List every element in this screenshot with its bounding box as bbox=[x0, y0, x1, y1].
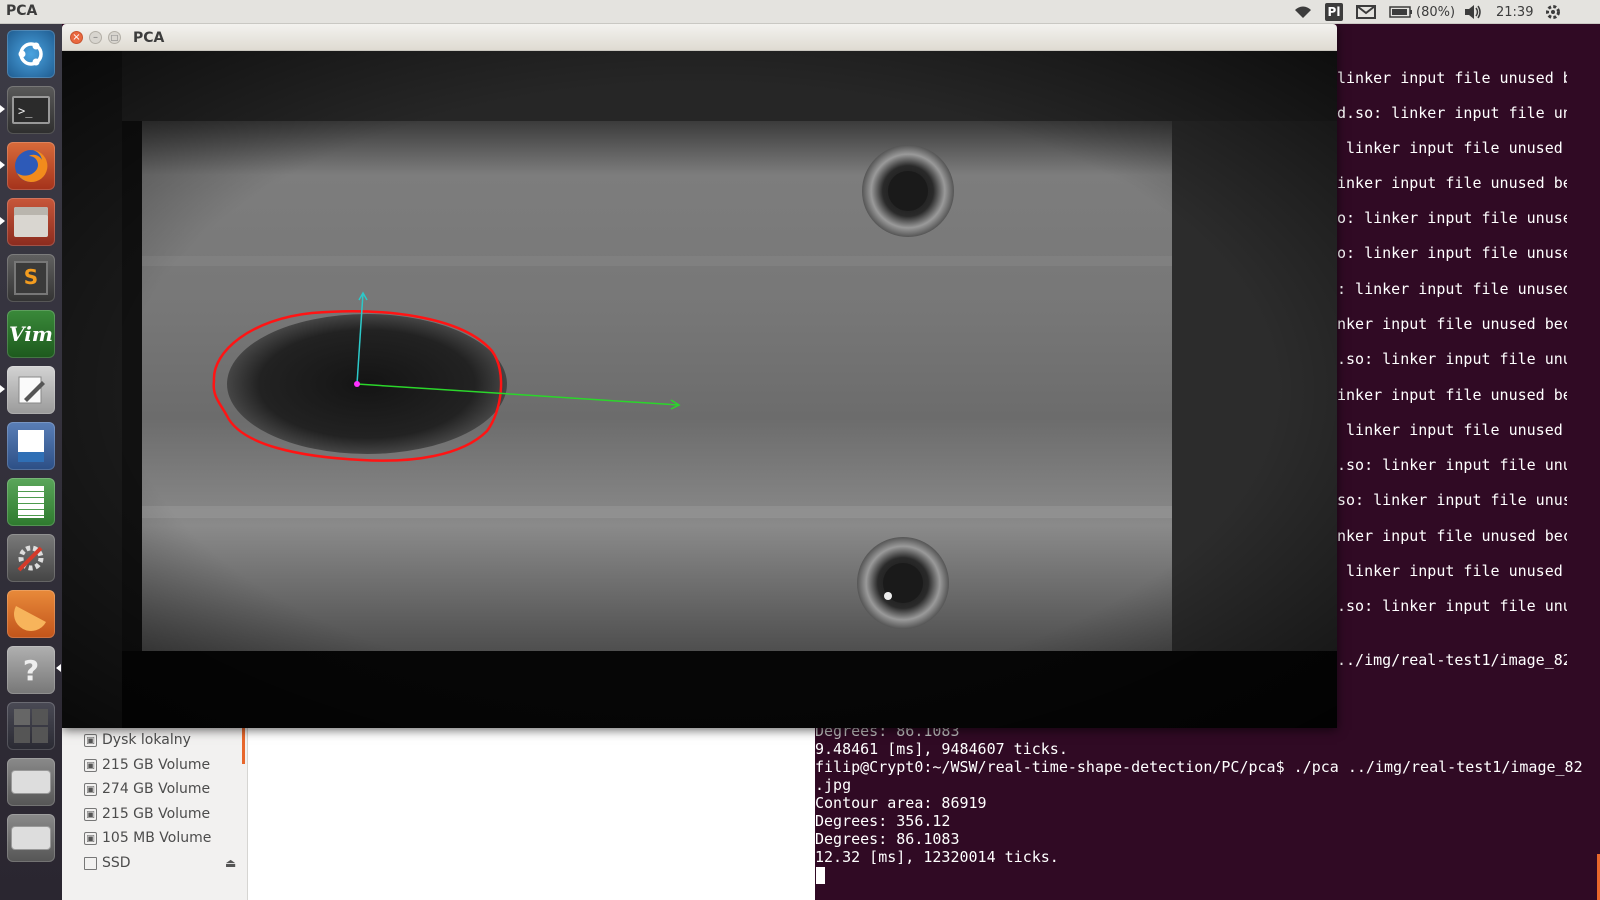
launcher-text-editor[interactable] bbox=[7, 366, 55, 414]
workspace-grid-icon bbox=[14, 709, 48, 743]
mail-icon[interactable] bbox=[1354, 2, 1378, 22]
device-label: 215 GB Volume bbox=[102, 806, 211, 822]
device-label: Dysk lokalny bbox=[102, 732, 191, 748]
top-panel: PCA Pl (80%) 21:39 bbox=[0, 0, 1600, 24]
terminal-line: d.so: linker input file un bbox=[1337, 104, 1567, 122]
hard-drive-icon bbox=[11, 826, 51, 850]
drive-icon bbox=[84, 856, 97, 870]
window-title: PCA bbox=[133, 30, 165, 46]
terminal-line: .so: linker input file unu bbox=[1337, 597, 1567, 615]
launcher-system-settings[interactable] bbox=[7, 534, 55, 582]
settings-wrench-icon bbox=[17, 545, 44, 572]
terminal-line: o: linker input file unuse bbox=[1337, 244, 1567, 262]
close-icon: × bbox=[72, 31, 81, 43]
battery-icon[interactable] bbox=[1388, 2, 1414, 22]
sublime-text-icon: S bbox=[14, 261, 48, 295]
sidebar-device-item[interactable]: ▣ 274 GB Volume bbox=[84, 778, 210, 800]
device-label: 215 GB Volume bbox=[102, 757, 211, 773]
launcher-libreoffice-writer[interactable] bbox=[7, 422, 55, 470]
file-manager-sidebar: ▣ Dysk lokalny ▣ 215 GB Volume ▣ 274 GB … bbox=[62, 728, 248, 900]
pca-titlebar[interactable]: × – □ PCA bbox=[62, 24, 1337, 51]
battery-percentage[interactable]: (80%) bbox=[1416, 2, 1455, 22]
terminal-line: 12.32 [ms], 12320014 ticks. bbox=[815, 848, 1059, 866]
sidebar-device-item[interactable]: ▣ 215 GB Volume bbox=[84, 754, 210, 776]
gear-icon[interactable] bbox=[1543, 2, 1563, 22]
launcher-sublime-text[interactable]: S bbox=[7, 254, 55, 302]
maximize-button[interactable]: □ bbox=[108, 31, 121, 44]
sidebar-device-item[interactable]: ▣ Dysk lokalny bbox=[84, 729, 191, 751]
wifi-icon[interactable] bbox=[1292, 2, 1314, 22]
terminal-line: so: linker input file unus bbox=[1337, 491, 1567, 509]
sidebar-scrollbar[interactable] bbox=[242, 728, 245, 764]
terminal-prompt-line: filip@Crypt0:~/WSW/real-time-shape-detec… bbox=[815, 758, 1583, 776]
sidebar-device-item[interactable]: ▣ 105 MB Volume bbox=[84, 827, 211, 849]
sidebar-device-item[interactable]: SSD bbox=[84, 852, 131, 874]
pca-window[interactable]: × – □ PCA bbox=[62, 24, 1337, 728]
writer-document-icon bbox=[18, 430, 44, 462]
launcher-files[interactable] bbox=[7, 198, 55, 246]
launcher-help[interactable]: ? bbox=[7, 646, 55, 694]
launcher-libreoffice-calc[interactable] bbox=[7, 478, 55, 526]
terminal-line: Contour area: 86919 bbox=[815, 794, 987, 812]
terminal-line: ../img/real-test1/image_82 bbox=[1337, 651, 1567, 669]
terminal-line: linker input file unused bbox=[1337, 421, 1563, 439]
terminal-line: o: linker input file unuse bbox=[1337, 209, 1567, 227]
terminal-line: inker input file unused be bbox=[1337, 174, 1567, 192]
launcher-drive-2[interactable] bbox=[7, 814, 55, 862]
vim-icon: Vim bbox=[9, 322, 53, 346]
terminal-cursor bbox=[816, 867, 825, 884]
terminal-line: 9.48461 [ms], 9484607 ticks. bbox=[815, 740, 1068, 758]
device-label: 274 GB Volume bbox=[102, 781, 211, 797]
file-cabinet-icon bbox=[14, 207, 48, 237]
unity-launcher: >_ S Vim ? bbox=[0, 24, 62, 900]
terminal-line: inker input file unused be bbox=[1337, 386, 1567, 404]
file-manager-window[interactable]: ▣ Dysk lokalny ▣ 215 GB Volume ▣ 274 GB … bbox=[62, 728, 815, 900]
device-label: SSD bbox=[102, 855, 131, 871]
launcher-terminal[interactable]: >_ bbox=[7, 86, 55, 134]
keyboard-layout-indicator[interactable]: Pl bbox=[1325, 3, 1343, 21]
firefox-icon bbox=[15, 149, 48, 182]
launcher-vim[interactable]: Vim bbox=[7, 310, 55, 358]
calc-spreadsheet-icon bbox=[18, 486, 44, 518]
launcher-firefox[interactable] bbox=[7, 142, 55, 190]
launcher-workspace-switcher[interactable] bbox=[7, 702, 55, 750]
eject-icon[interactable]: ⏏ bbox=[225, 856, 236, 870]
orange-slice-icon bbox=[14, 606, 46, 631]
active-app-name: PCA bbox=[6, 3, 38, 19]
volume-icon[interactable] bbox=[1462, 2, 1484, 22]
terminal-line: linker input file unused b bbox=[1337, 69, 1567, 87]
terminal-line: Degrees: 86.1083 bbox=[815, 830, 960, 848]
minimize-button[interactable]: – bbox=[89, 31, 102, 44]
drive-icon: ▣ bbox=[84, 807, 97, 821]
drive-icon: ▣ bbox=[84, 782, 97, 796]
ubuntu-logo-icon bbox=[18, 42, 43, 66]
drive-icon: ▣ bbox=[84, 733, 97, 747]
close-button[interactable]: × bbox=[70, 31, 83, 44]
drive-icon: ▣ bbox=[84, 831, 97, 845]
terminal-line: : linker input file unused bbox=[1337, 280, 1567, 298]
minimize-icon: – bbox=[93, 31, 98, 43]
terminal-line: linker input file unused bbox=[1337, 139, 1563, 157]
device-label: 105 MB Volume bbox=[102, 830, 212, 846]
terminal-line: Degrees: 356.12 bbox=[815, 812, 951, 830]
terminal-icon: >_ bbox=[12, 96, 50, 124]
help-question-icon: ? bbox=[22, 653, 40, 687]
launcher-drive-1[interactable] bbox=[7, 758, 55, 806]
hard-drive-icon bbox=[11, 770, 51, 794]
terminal-line: nker input file unused bec bbox=[1337, 527, 1567, 545]
terminal-line: .so: linker input file unu bbox=[1337, 456, 1567, 474]
drive-icon: ▣ bbox=[84, 758, 97, 772]
launcher-orange-app[interactable] bbox=[7, 590, 55, 638]
clock[interactable]: 21:39 bbox=[1496, 2, 1533, 22]
ubuntu-dash-button[interactable] bbox=[7, 30, 55, 78]
pencil-paper-icon bbox=[18, 376, 45, 404]
sidebar-device-item[interactable]: ▣ 215 GB Volume bbox=[84, 803, 210, 825]
pca-result-image bbox=[62, 51, 1337, 728]
terminal-line: .so: linker input file unu bbox=[1337, 350, 1567, 368]
terminal-line: linker input file unused bbox=[1337, 562, 1563, 580]
maximize-icon: □ bbox=[110, 32, 119, 42]
terminal-line: nker input file unused bec bbox=[1337, 315, 1567, 333]
terminal-line: .jpg bbox=[815, 776, 852, 794]
